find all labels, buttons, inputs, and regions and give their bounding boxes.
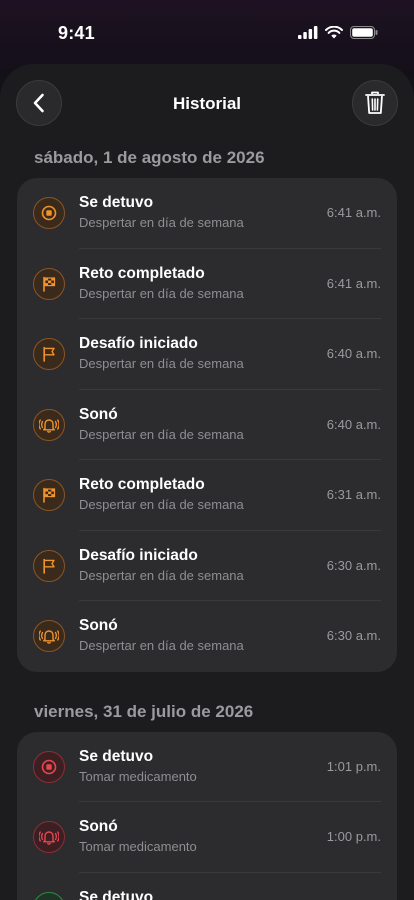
alarm-name: Tomar medicamento xyxy=(79,839,197,854)
trash-icon xyxy=(365,91,385,114)
flag-icon xyxy=(33,549,65,582)
delete-history-button[interactable] xyxy=(352,80,398,126)
history-row[interactable]: Se detuvo Tomar medicamento 1:01 p.m. xyxy=(17,732,397,802)
alarm-name: Despertar en día de semana xyxy=(79,638,244,653)
history-row[interactable]: Se detuvo Despertar en día de semana 6:41 … xyxy=(17,178,397,249)
ringing-bell-icon xyxy=(33,620,65,652)
alarm-name: Despertar en día de semana xyxy=(79,215,244,230)
event-title: Se detuvo xyxy=(79,747,154,765)
event-title: Se detuvo xyxy=(79,888,154,900)
event-title: Desafío iniciado xyxy=(79,546,198,564)
history-row[interactable]: Se detuvo xyxy=(17,873,397,900)
event-title: Desafío iniciado xyxy=(79,335,198,352)
event-time: 6:40 a.m. xyxy=(326,416,381,432)
history-row[interactable]: Desafío iniciado Despertar en día de sema… xyxy=(17,319,397,390)
event-title: Reto completado xyxy=(79,264,205,282)
history-card: Se detuvo Tomar medicamento 1:01 p.m. Sonó T… xyxy=(17,731,397,900)
alarm-name: Despertar en día de semana xyxy=(79,497,244,512)
checkered-flag-icon xyxy=(33,479,65,511)
wifi-icon xyxy=(325,26,343,39)
history-row[interactable]: Reto completado Despertar en día de seman… xyxy=(17,460,397,531)
history-row[interactable]: Sonó Despertar en día de semana 6:30 a.m. xyxy=(17,601,397,672)
history-list: sábado, 1 de agosto de 2026 Se detuvo Desp… xyxy=(0,144,414,900)
history-row[interactable]: Reto completado Despertar en día de seman… xyxy=(17,249,397,319)
event-time: 6:41 a.m. xyxy=(326,275,381,291)
event-time: 6:40 a.m. xyxy=(326,346,381,361)
nav-bar: Historial xyxy=(0,64,414,144)
status-icons xyxy=(298,26,378,39)
alarm-name: Despertar en día de semana xyxy=(79,567,244,583)
cellular-signal-icon xyxy=(298,26,318,39)
battery-icon xyxy=(350,26,378,39)
flag-icon xyxy=(33,338,65,370)
history-sheet: Historial sábado, 1 de agosto de 2026 Se … xyxy=(0,64,414,900)
history-card: Se detuvo Despertar en día de semana 6:41 … xyxy=(17,178,397,672)
ringing-bell-icon xyxy=(33,408,65,441)
event-title: Se detuvo xyxy=(79,194,154,211)
section-date-header: sábado, 1 de agosto de 2026 xyxy=(34,148,265,167)
event-title: Reto completado xyxy=(79,476,205,493)
event-time: 1:01 p.m. xyxy=(326,758,381,774)
stop-icon xyxy=(33,197,65,229)
alarm-name: Despertar en día de semana xyxy=(79,426,244,442)
event-time: 6:41 a.m. xyxy=(326,205,381,220)
section-date-header: viernes, 31 de julio de 2026 xyxy=(34,701,254,721)
event-time: 1:00 p.m. xyxy=(326,829,381,844)
status-bar: 9:41 xyxy=(0,0,414,64)
event-title: Sonó xyxy=(79,818,118,835)
history-row[interactable]: Sonó Tomar medicamento 1:00 p.m. xyxy=(17,802,397,873)
history-row[interactable]: Desafío iniciado Despertar en día de sema… xyxy=(17,531,397,601)
event-title: Sonó xyxy=(79,617,118,634)
stop-icon xyxy=(33,750,65,783)
alarm-name: Tomar medicamento xyxy=(79,768,197,784)
alarm-name: Despertar en día de semana xyxy=(79,285,244,301)
alarm-name: Despertar en día de semana xyxy=(79,356,244,371)
event-time: 6:31 a.m. xyxy=(326,487,381,502)
ringing-bell-icon xyxy=(33,821,65,853)
event-title: Sonó xyxy=(79,405,118,423)
status-time: 9:41 xyxy=(58,23,95,43)
stop-icon xyxy=(33,891,65,900)
event-time: 6:30 a.m. xyxy=(326,628,381,643)
history-row[interactable]: Sonó Despertar en día de semana 6:40 a.m. xyxy=(17,390,397,460)
checkered-flag-icon xyxy=(33,267,65,300)
event-time: 6:30 a.m. xyxy=(326,557,381,573)
